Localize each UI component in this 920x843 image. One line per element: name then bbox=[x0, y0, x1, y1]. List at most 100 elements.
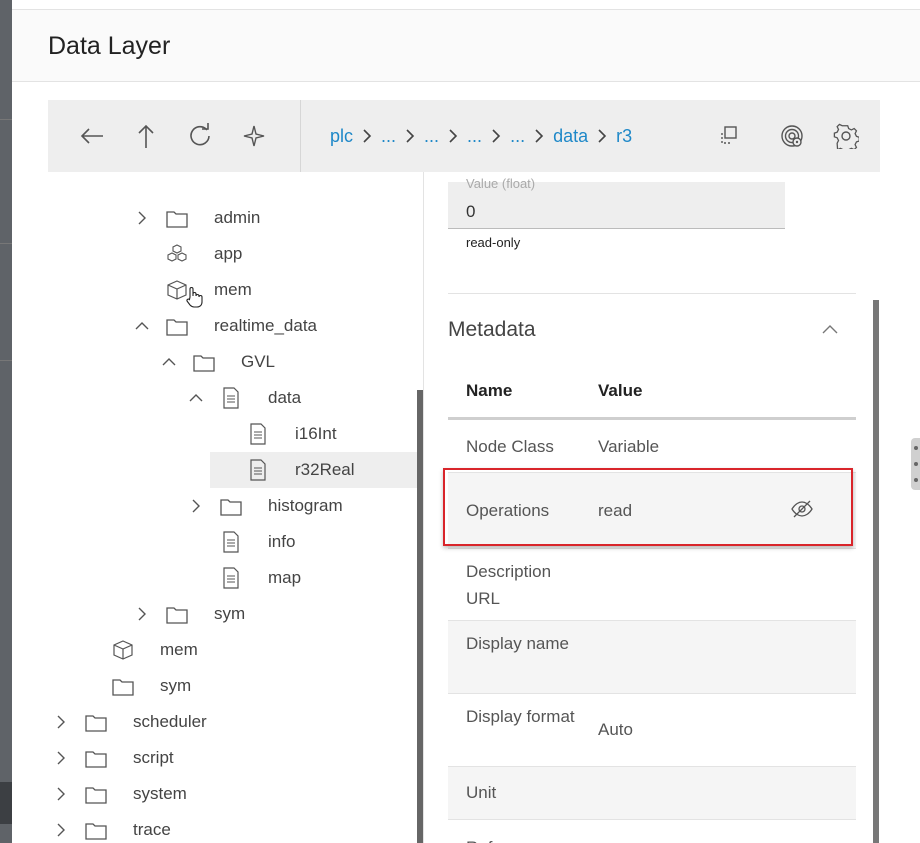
tree-scrollbar[interactable] bbox=[417, 390, 423, 843]
breadcrumb-item-data[interactable]: data bbox=[553, 126, 588, 147]
arrow-up-icon bbox=[138, 124, 154, 148]
breadcrumb-item-ellipsis-3[interactable]: ... bbox=[467, 126, 482, 147]
pane-divider bbox=[423, 172, 424, 843]
metadata-value: Auto bbox=[598, 720, 633, 739]
tree-item-label: map bbox=[268, 568, 302, 587]
breadcrumb-item-ellipsis-4[interactable]: ... bbox=[510, 126, 525, 147]
chevron-right-icon bbox=[525, 129, 553, 143]
metadata-row-display-name: Display name bbox=[448, 621, 856, 694]
tree-item-scheduler[interactable]: scheduler bbox=[48, 704, 417, 740]
file-icon bbox=[220, 567, 242, 589]
back-button[interactable] bbox=[74, 118, 110, 154]
tree-item-i16int[interactable]: i16Int bbox=[48, 416, 417, 452]
metadata-row-display-format: Display format Auto bbox=[448, 694, 856, 767]
metadata-key: Unit bbox=[466, 783, 497, 802]
up-button[interactable] bbox=[128, 118, 164, 154]
breadcrumb-item-ellipsis-1[interactable]: ... bbox=[381, 126, 396, 147]
details-scrollbar[interactable] bbox=[873, 300, 879, 843]
data-layer-dialog: Data Layer plc ... ... ... ... data r3 a… bbox=[12, 0, 920, 843]
breadcrumb-item-r3[interactable]: r3 bbox=[616, 126, 632, 147]
navigation-toolbar: plc ... ... ... ... data r3 bbox=[48, 100, 880, 172]
value-field-value: 0 bbox=[466, 202, 476, 221]
metadata-key: Refe... bbox=[466, 834, 576, 843]
folder-icon bbox=[166, 315, 188, 337]
folder-icon bbox=[85, 711, 107, 733]
refresh-icon bbox=[190, 123, 210, 146]
breadcrumb-item-plc[interactable]: plc bbox=[330, 126, 353, 147]
chevron-up-icon[interactable] bbox=[188, 390, 204, 406]
dialog-title: Data Layer bbox=[48, 32, 171, 60]
chevron-right-icon bbox=[482, 129, 510, 143]
tree-item-label: trace bbox=[133, 820, 171, 839]
section-divider bbox=[448, 293, 856, 294]
metadata-row-description-url: Description URL bbox=[448, 549, 856, 621]
chevron-right-icon bbox=[353, 129, 381, 143]
file-icon bbox=[220, 387, 242, 409]
chevron-right-icon[interactable] bbox=[134, 210, 150, 226]
refresh-button[interactable] bbox=[182, 118, 218, 154]
chevron-right-icon[interactable] bbox=[188, 498, 204, 514]
chevron-right-icon[interactable] bbox=[53, 822, 69, 838]
chevron-right-icon[interactable] bbox=[53, 714, 69, 730]
folder-icon bbox=[85, 747, 107, 769]
folder-icon bbox=[193, 351, 215, 373]
breadcrumb-item-ellipsis-2[interactable]: ... bbox=[424, 126, 439, 147]
tree-item-realtime-data[interactable]: realtime_data bbox=[48, 308, 417, 344]
metadata-row-node-class: Node Class Variable bbox=[448, 420, 856, 473]
tree-item-system[interactable]: system bbox=[48, 776, 417, 812]
tree-item-label: mem bbox=[214, 280, 252, 299]
tree-item-trace[interactable]: trace bbox=[48, 812, 417, 843]
chevron-right-icon bbox=[588, 129, 616, 143]
metadata-value: Variable bbox=[598, 437, 660, 456]
chevron-right-icon[interactable] bbox=[53, 786, 69, 802]
cube-icon bbox=[112, 639, 134, 661]
metadata-title: Metadata bbox=[448, 318, 536, 341]
node-tree: admin app mem realtime_data GVL data i16… bbox=[48, 172, 423, 843]
eye-off-icon[interactable] bbox=[790, 499, 814, 524]
copy-button[interactable] bbox=[710, 118, 746, 154]
tree-item-label: mem bbox=[160, 640, 198, 659]
tree-item-map[interactable]: map bbox=[48, 560, 417, 596]
details-panel: Value (float) 0 read-only Metadata Name … bbox=[448, 172, 856, 843]
sparkle-button[interactable] bbox=[236, 118, 272, 154]
chevron-up-icon[interactable] bbox=[820, 320, 840, 340]
metadata-key: Display name bbox=[466, 634, 569, 653]
tree-item-mem[interactable]: mem bbox=[48, 272, 417, 308]
tree-item-admin[interactable]: admin bbox=[48, 200, 417, 236]
folder-icon bbox=[166, 207, 188, 229]
tree-item-data[interactable]: data bbox=[48, 380, 417, 416]
file-icon bbox=[247, 459, 269, 481]
tree-item-info[interactable]: info bbox=[48, 524, 417, 560]
settings-button[interactable] bbox=[828, 118, 864, 154]
tree-item-app[interactable]: app bbox=[48, 236, 417, 272]
chevron-right-icon bbox=[439, 129, 467, 143]
metadata-col-value: Value bbox=[598, 381, 643, 400]
tree-item-label: data bbox=[268, 388, 302, 407]
tree-item-label: app bbox=[214, 244, 243, 263]
folder-icon bbox=[85, 819, 107, 841]
value-field-label: Value (float) bbox=[466, 176, 536, 191]
chevron-right-icon[interactable] bbox=[53, 750, 69, 766]
background-app-strip bbox=[0, 0, 12, 843]
tree-item-mem[interactable]: mem bbox=[48, 632, 417, 668]
resize-handle[interactable] bbox=[911, 438, 920, 490]
chevron-up-icon[interactable] bbox=[161, 354, 177, 370]
metadata-value: read bbox=[598, 501, 633, 520]
tree-item-gvl[interactable]: GVL bbox=[48, 344, 417, 380]
chevron-right-icon[interactable] bbox=[134, 606, 150, 622]
gear-icon bbox=[833, 123, 859, 149]
tree-item-r32real[interactable]: r32Real bbox=[48, 452, 417, 488]
fingerprint-button[interactable] bbox=[774, 118, 810, 154]
value-field: Value (float) 0 bbox=[448, 176, 785, 229]
hand-cursor-icon bbox=[185, 286, 207, 308]
readonly-label: read-only bbox=[466, 235, 521, 250]
tree-item-sym[interactable]: sym bbox=[48, 596, 417, 632]
tree-item-label: sym bbox=[160, 676, 192, 695]
chevron-up-icon[interactable] bbox=[134, 318, 150, 334]
tree-item-histogram[interactable]: histogram bbox=[48, 488, 417, 524]
tree-item-sym[interactable]: sym bbox=[48, 668, 417, 704]
tree-item-label: histogram bbox=[268, 496, 343, 515]
folder-icon bbox=[85, 783, 107, 805]
tree-item-script[interactable]: script bbox=[48, 740, 417, 776]
metadata-key: Display format bbox=[466, 707, 575, 726]
